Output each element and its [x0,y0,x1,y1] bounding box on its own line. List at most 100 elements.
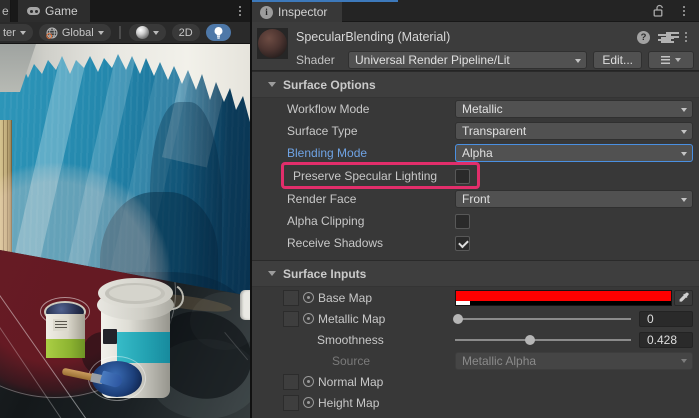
orientation-button[interactable]: Global [39,24,111,41]
info-icon: i [260,6,273,19]
tab-scene-partial[interactable]: e [0,0,11,22]
object-picker-icon[interactable] [303,376,314,387]
source-dropdown: Metallic Alpha [455,352,693,370]
section-surface-inputs[interactable]: Surface Inputs [252,260,699,287]
scene-bucket-logo [103,329,117,344]
shader-edit-button[interactable]: Edit... [593,51,642,69]
preserve-specular-checkbox[interactable] [455,169,470,184]
metallic-map-row: Metallic Map 0 [252,308,699,329]
metallic-slider[interactable] [455,311,631,327]
list-icon [661,56,670,64]
slider-handle[interactable] [525,335,535,345]
shader-dropdown[interactable]: Universal Render Pipeline/Lit [348,51,587,69]
scene-paint-can-band [46,339,85,358]
metallic-map-texture-slot[interactable] [283,311,299,327]
chevron-down-icon [98,31,104,35]
height-map-texture-slot[interactable] [283,395,299,411]
blending-mode-dropdown[interactable]: Alpha [455,144,693,162]
base-map-row: Base Map [252,287,699,308]
tab-game-label: Game [45,4,78,18]
unity-editor-window: e Game ter Global 2D [0,0,699,418]
chevron-down-icon [20,31,26,35]
metallic-map-label: Metallic Map [318,312,385,326]
chevron-down-icon [681,130,687,134]
section-surface-options[interactable]: Surface Options [252,71,699,98]
chevron-down-icon [681,108,687,112]
foldout-icon [268,271,276,276]
chevron-down-icon [153,31,159,35]
workflow-mode-label: Workflow Mode [283,102,455,116]
normal-map-row: Normal Map [252,371,699,392]
2d-toggle-button[interactable]: 2D [172,24,200,41]
scene-lighting-toggle[interactable] [206,24,231,41]
inspector-panel: i Inspector SpecularBlending (Material) … [252,0,699,418]
2d-label: 2D [179,27,193,39]
smoothness-slider[interactable] [455,332,631,348]
unlock-icon[interactable] [652,4,665,21]
material-title: SpecularBlending (Material) [296,30,450,44]
tab-inspector-label: Inspector [278,5,327,19]
surface-type-dropdown[interactable]: Transparent [455,122,693,140]
slider-track[interactable] [455,318,631,320]
game-panel-menu-icon[interactable] [233,4,247,18]
shader-menu-button[interactable] [648,51,694,69]
alpha-clipping-label: Alpha Clipping [283,214,455,228]
slider-handle[interactable] [453,314,463,324]
help-icon[interactable]: ? [637,31,650,44]
preserve-specular-row: Preserve Specular Lighting [252,164,699,188]
foldout-icon [268,82,276,87]
smoothness-value-field[interactable]: 0.428 [639,332,693,348]
preserve-specular-label: Preserve Specular Lighting [283,169,455,183]
scene-toolbar: ter Global 2D [0,22,250,44]
alpha-fill [456,301,470,305]
surface-type-row: Surface Type Transparent [252,120,699,142]
alpha-clipping-checkbox[interactable] [455,214,470,229]
object-picker-icon[interactable] [303,292,314,303]
base-map-label: Base Map [318,291,372,305]
globe-icon [46,27,58,39]
receive-shadows-checkbox[interactable] [455,236,470,251]
alpha-bar [456,301,671,305]
normal-map-texture-slot[interactable] [283,374,299,390]
presets-icon[interactable] [658,32,671,43]
scene-paint-can-label [53,319,69,331]
object-picker-icon[interactable] [303,313,314,324]
shader-label: Shader [296,53,342,67]
shader-edit-label: Edit... [602,53,633,67]
blending-mode-label: Blending Mode [283,146,455,160]
shading-mode-button[interactable] [129,24,166,41]
render-face-label: Render Face [283,192,455,206]
section-surface-options-label: Surface Options [283,78,376,92]
eyedropper-button[interactable] [674,290,693,306]
chevron-down-icon [681,152,687,156]
blending-mode-value: Alpha [462,146,493,160]
chevron-down-icon [681,359,687,363]
workflow-mode-dropdown[interactable]: Metallic [455,100,693,118]
workflow-mode-row: Workflow Mode Metallic [252,98,699,120]
shader-row: Shader Universal Render Pipeline/Lit Edi… [252,51,699,69]
lightbulb-icon [213,26,224,39]
base-map-color-swatch[interactable] [455,290,672,306]
shader-value: Universal Render Pipeline/Lit [355,53,510,67]
tab-inspector[interactable]: i Inspector [252,2,342,22]
scene-edge-object [240,290,250,320]
metallic-value-field[interactable]: 0 [639,311,693,327]
blending-mode-row: Blending Mode Alpha [252,142,699,164]
tab-game[interactable]: Game [18,0,90,22]
base-map-texture-slot[interactable] [283,290,299,306]
smoothness-row: Smoothness 0.428 [252,329,699,350]
game-tab-bar: e Game [0,0,250,22]
slider-track[interactable] [455,339,631,341]
pivot-mode-label: ter [3,27,16,39]
surface-type-value: Transparent [462,124,526,138]
toolbar-separator [119,26,121,39]
workflow-mode-value: Metallic [462,102,503,116]
scene-viewport[interactable] [0,44,250,418]
render-face-dropdown[interactable]: Front [455,190,693,208]
section-surface-inputs-label: Surface Inputs [283,267,366,281]
object-picker-icon[interactable] [303,397,314,408]
pivot-mode-button[interactable]: ter [0,24,33,41]
material-menu-icon[interactable] [679,30,693,44]
orientation-label: Global [62,27,94,39]
inspector-menu-icon[interactable] [677,4,691,18]
